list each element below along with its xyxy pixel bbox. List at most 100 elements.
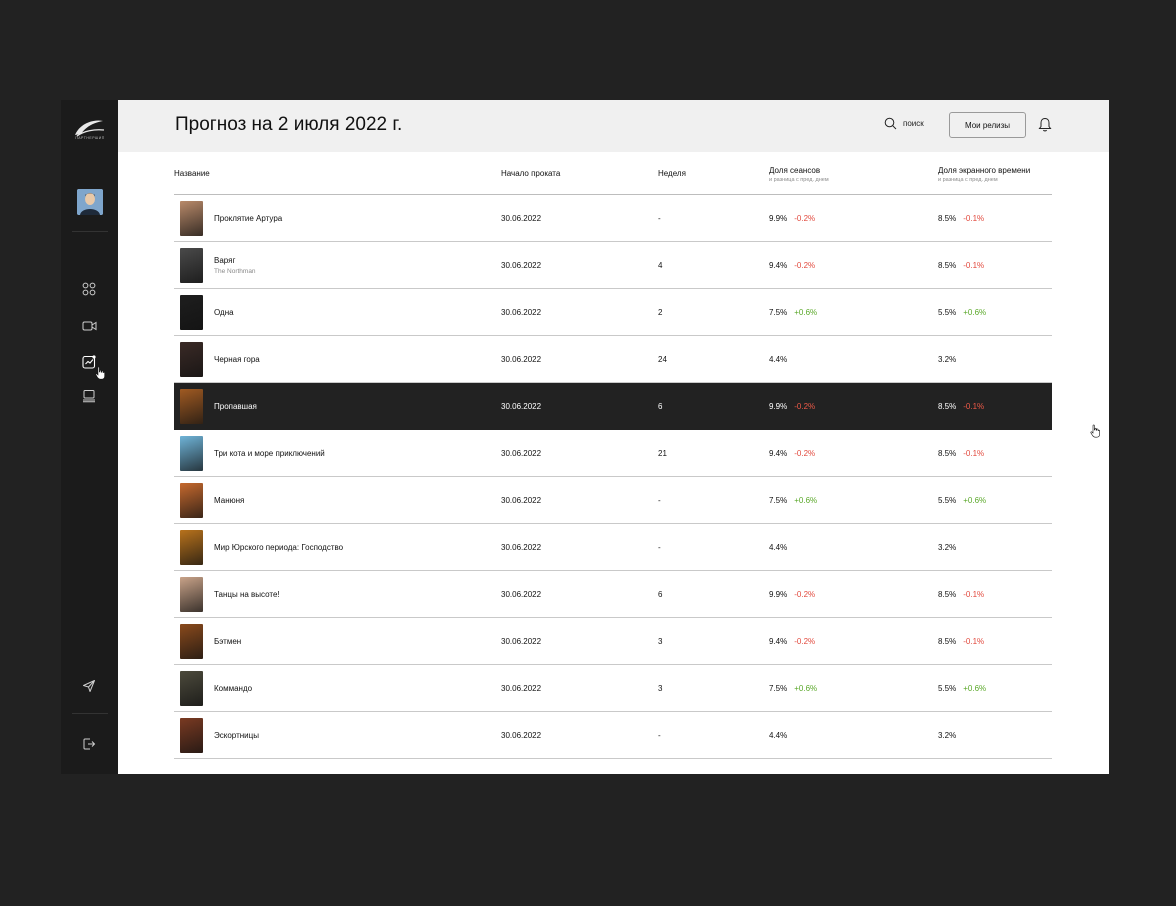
my-releases-button[interactable]: Мои релизы bbox=[949, 112, 1026, 138]
title-cell: Проклятие Артура bbox=[214, 195, 282, 241]
screen-time-share: 5.5% +0.6% bbox=[938, 289, 986, 335]
title-cell: Пропавшая bbox=[214, 383, 257, 429]
movie-title[interactable]: Черная гора bbox=[214, 355, 260, 364]
session-share: 4.4% bbox=[769, 524, 787, 570]
title-cell: Манюня bbox=[214, 477, 244, 523]
table-row[interactable]: Пропавшая 30.06.2022 6 9.9% -0.2% 8.5% -0.1% bbox=[174, 383, 1052, 430]
screen-time-value: 8.5% bbox=[938, 448, 957, 458]
table-row[interactable]: Мир Юрского периода: Господство 30.06.202… bbox=[174, 524, 1052, 571]
table-row[interactable]: Варяг The Northman 30.06.2022 4 9.4% -0.2% 8.5… bbox=[174, 242, 1052, 289]
session-share: 7.5% +0.6% bbox=[769, 289, 817, 335]
search-icon[interactable] bbox=[884, 117, 897, 130]
session-share: 4.4% bbox=[769, 336, 787, 382]
screen-time-diff: -0.1% bbox=[963, 636, 985, 646]
session-share: 9.4% -0.2% bbox=[769, 430, 815, 476]
movie-poster bbox=[180, 389, 203, 424]
bell-icon[interactable] bbox=[1038, 117, 1052, 133]
column-screen[interactable]: Доля экранного времени и разница с пред.… bbox=[938, 166, 1030, 183]
search-control[interactable]: поиск bbox=[884, 117, 924, 130]
column-screen-sub: и разница с пред. днем bbox=[938, 177, 998, 183]
hand-cursor-icon bbox=[95, 366, 105, 380]
week-number: - bbox=[658, 542, 661, 552]
main-content: Прогноз на 2 июля 2022 г. поиск Мои рели… bbox=[118, 100, 1109, 774]
sidebar: ПАРТНЕРШИП bbox=[61, 100, 118, 774]
session-share-value: 9.9% bbox=[769, 213, 788, 223]
week-number: 21 bbox=[658, 448, 667, 458]
column-share-sub: и разница с пред. днем bbox=[769, 177, 829, 183]
sidebar-divider bbox=[72, 713, 108, 714]
movie-title[interactable]: Пропавшая bbox=[214, 402, 257, 411]
column-title[interactable]: Название bbox=[174, 169, 210, 178]
screen-time-value: 3.2% bbox=[938, 730, 957, 740]
movie-title[interactable]: Бэтмен bbox=[214, 637, 241, 646]
session-share-value: 4.4% bbox=[769, 542, 788, 552]
logout-icon[interactable] bbox=[80, 735, 98, 753]
session-share-diff: -0.2% bbox=[794, 448, 816, 458]
movie-title[interactable]: Мир Юрского периода: Господство bbox=[214, 543, 343, 552]
session-share-value: 9.9% bbox=[769, 401, 788, 411]
monitor-icon[interactable] bbox=[80, 387, 98, 405]
table-row[interactable]: Коммандо 30.06.2022 3 7.5% +0.6% 5.5% +0.6% bbox=[174, 665, 1052, 712]
search-label[interactable]: поиск bbox=[903, 119, 924, 128]
movie-title[interactable]: Три кота и море приключений bbox=[214, 449, 325, 458]
send-icon[interactable] bbox=[80, 677, 98, 695]
week-number: 3 bbox=[658, 636, 663, 646]
session-share-diff: -0.2% bbox=[794, 401, 816, 411]
screen-time-share: 8.5% -0.1% bbox=[938, 242, 984, 288]
screen-time-share: 8.5% -0.1% bbox=[938, 571, 984, 617]
column-week[interactable]: Неделя bbox=[658, 169, 686, 178]
week-number: 4 bbox=[658, 260, 663, 270]
week-number: 2 bbox=[658, 307, 663, 317]
title-cell: Танцы на высоте! bbox=[214, 571, 280, 617]
table-row[interactable]: Бэтмен 30.06.2022 3 9.4% -0.2% 8.5% -0.1% bbox=[174, 618, 1052, 665]
week-number: 6 bbox=[658, 401, 663, 411]
video-icon[interactable] bbox=[80, 317, 98, 335]
screen-time-value: 8.5% bbox=[938, 213, 957, 223]
movie-poster bbox=[180, 718, 203, 753]
screen-time-value: 3.2% bbox=[938, 542, 957, 552]
week-number: - bbox=[658, 730, 661, 740]
week-number: 6 bbox=[658, 589, 663, 599]
screen-time-value: 8.5% bbox=[938, 260, 957, 270]
movie-title[interactable]: Одна bbox=[214, 308, 234, 317]
screen-time-diff: -0.1% bbox=[963, 448, 985, 458]
logo-text: ПАРТНЕРШИП bbox=[75, 136, 105, 140]
table-row[interactable]: Проклятие Артура 30.06.2022 - 9.9% -0.2% 8.5%… bbox=[174, 195, 1052, 242]
screen-time-share: 3.2% bbox=[938, 336, 956, 382]
table-row[interactable]: Эскортницы 30.06.2022 - 4.4% 3.2% bbox=[174, 712, 1052, 759]
table-row[interactable]: Танцы на высоте! 30.06.2022 6 9.9% -0.2% 8.5%… bbox=[174, 571, 1052, 618]
movie-poster bbox=[180, 530, 203, 565]
movie-title[interactable]: Танцы на высоте! bbox=[214, 590, 280, 599]
session-share-value: 7.5% bbox=[769, 307, 788, 317]
movie-title[interactable]: Проклятие Артура bbox=[214, 214, 282, 223]
movie-title[interactable]: Эскортницы bbox=[214, 731, 259, 740]
title-cell: Бэтмен bbox=[214, 618, 241, 664]
session-share-diff: -0.2% bbox=[794, 636, 816, 646]
app-window: ПАРТНЕРШИП Прогноз на 2 июля 2022 г. пои… bbox=[61, 100, 1109, 774]
column-start[interactable]: Начало проката bbox=[501, 169, 560, 178]
session-share: 9.9% -0.2% bbox=[769, 195, 815, 241]
start-date: 30.06.2022 bbox=[501, 354, 542, 364]
session-share: 9.4% -0.2% bbox=[769, 618, 815, 664]
movie-title[interactable]: Варяг bbox=[214, 256, 235, 265]
movie-poster bbox=[180, 201, 203, 236]
session-share: 9.9% -0.2% bbox=[769, 383, 815, 429]
screen-time-diff: -0.1% bbox=[963, 260, 985, 270]
start-date: 30.06.2022 bbox=[501, 495, 542, 505]
dashboard-icon[interactable] bbox=[80, 280, 98, 298]
forecast-table: Название Начало проката Неделя Доля сеан… bbox=[174, 152, 1052, 759]
movie-title[interactable]: Коммандо bbox=[214, 684, 252, 693]
avatar[interactable] bbox=[77, 189, 103, 215]
table-row[interactable]: Черная гора 30.06.2022 24 4.4% 3.2% bbox=[174, 336, 1052, 383]
session-share-diff: +0.6% bbox=[794, 495, 818, 505]
start-date: 30.06.2022 bbox=[501, 213, 542, 223]
movie-title[interactable]: Манюня bbox=[214, 496, 244, 505]
screen-time-value: 8.5% bbox=[938, 636, 957, 646]
table-row[interactable]: Три кота и море приключений 30.06.2022 21 9… bbox=[174, 430, 1052, 477]
column-share[interactable]: Доля сеансов и разница с пред. днем bbox=[769, 166, 829, 183]
session-share-value: 7.5% bbox=[769, 683, 788, 693]
table-row[interactable]: Одна 30.06.2022 2 7.5% +0.6% 5.5% +0.6% bbox=[174, 289, 1052, 336]
table-row[interactable]: Манюня 30.06.2022 - 7.5% +0.6% 5.5% +0.6% bbox=[174, 477, 1052, 524]
title-cell: Три кота и море приключений bbox=[214, 430, 325, 476]
title-cell: Варяг The Northman bbox=[214, 242, 256, 288]
